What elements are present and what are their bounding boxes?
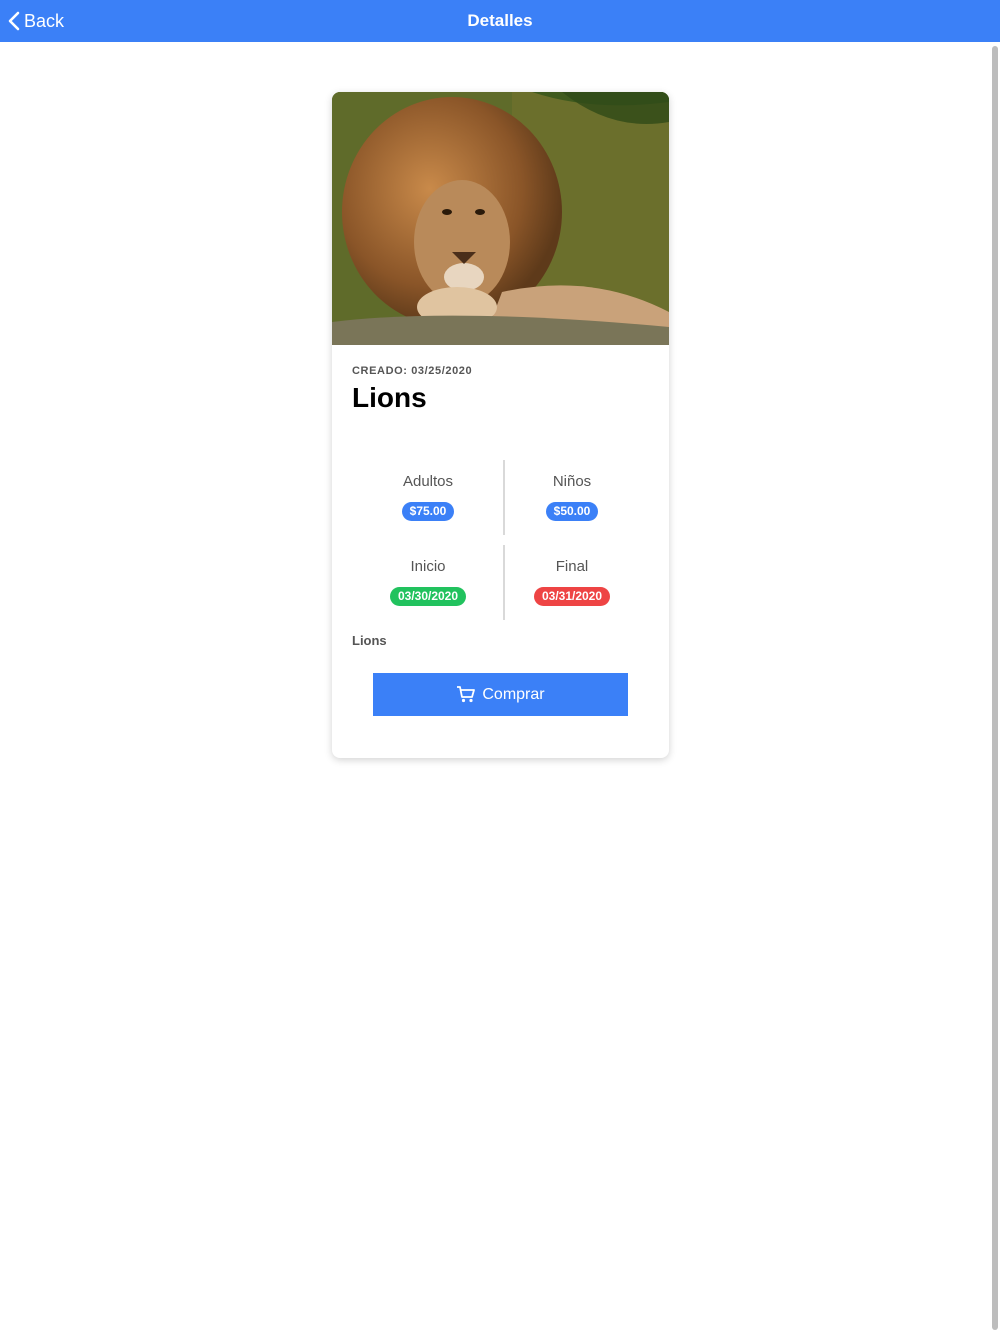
- event-title: Lions: [352, 382, 427, 413]
- end-date-badge: 03/31/2020: [533, 587, 611, 606]
- page-title: Detalles: [467, 11, 533, 30]
- start-date: Inicio 03/30/2020: [356, 545, 500, 620]
- price-adults-label: Adultos: [402, 473, 454, 490]
- details-grid: Adultos $75.00 Niños $50.00 Inicio 03/30…: [356, 460, 644, 620]
- buy-button-label: Comprar: [482, 685, 545, 703]
- price-adults: Adultos $75.00: [356, 460, 500, 535]
- end-date: Final 03/31/2020: [500, 545, 644, 620]
- cart-icon: [457, 686, 476, 703]
- event-card: CREADO: 03/25/2020 Lions Adultos $75.00 …: [332, 92, 669, 758]
- created-date: CREADO: 03/25/2020: [352, 365, 473, 377]
- price-adults-badge: $75.00: [401, 502, 455, 521]
- start-date-badge: 03/30/2020: [389, 587, 467, 606]
- price-children: Niños $50.00: [500, 460, 644, 535]
- start-date-label: Inicio: [410, 558, 446, 575]
- scrollbar[interactable]: [992, 46, 998, 1330]
- lion-photo: [332, 92, 669, 345]
- top-navbar: Back Detalles: [0, 0, 1000, 42]
- event-description: Lions: [352, 633, 387, 648]
- price-children-label: Niños: [552, 473, 592, 490]
- price-children-badge: $50.00: [545, 502, 599, 521]
- end-date-label: Final: [555, 558, 589, 575]
- buy-button[interactable]: Comprar: [373, 673, 628, 716]
